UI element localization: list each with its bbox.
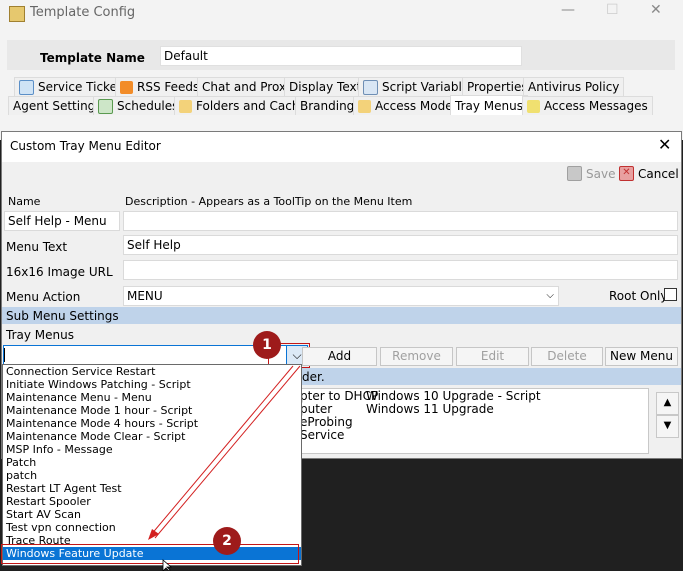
annotation-arrow-line-b — [154, 365, 301, 539]
annotation-arrow-line-a — [149, 365, 294, 537]
annotation-badge-2: 2 — [213, 527, 241, 555]
mouse-cursor-icon — [162, 559, 173, 571]
annotation-arrows — [148, 365, 301, 571]
annotation-arrowhead — [148, 529, 159, 540]
annotation-badge-1: 1 — [253, 331, 281, 359]
